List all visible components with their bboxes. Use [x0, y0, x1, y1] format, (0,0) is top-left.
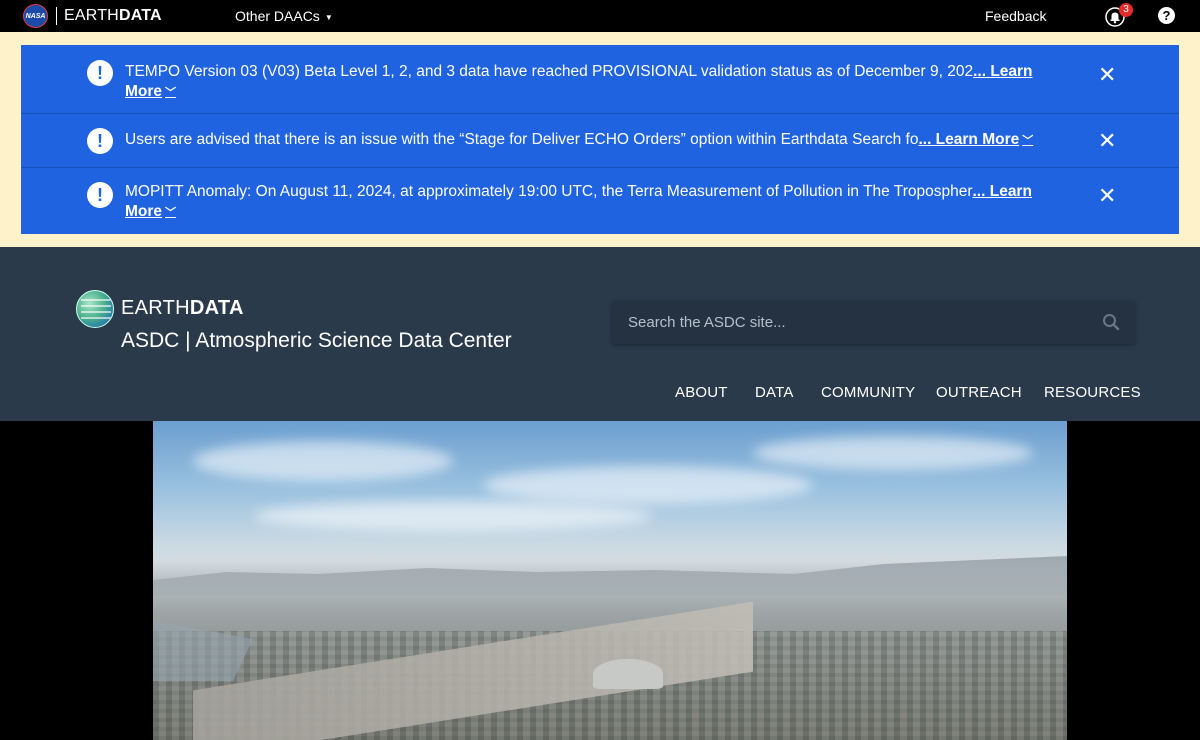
close-icon[interactable]: ✕	[1098, 64, 1116, 86]
site-search	[612, 301, 1135, 344]
cloud	[753, 436, 1033, 470]
brand-separator	[56, 7, 57, 25]
help-icon[interactable]: ?	[1158, 7, 1175, 24]
earthdata-brand-link[interactable]: EARTHDATA	[64, 7, 162, 25]
site-brand-bold: DATA	[189, 297, 244, 319]
global-topbar: NASA EARTHDATA Other DAACs ▼ Feedback 3 ?	[0, 0, 1200, 32]
notification-badge: 3	[1119, 3, 1133, 17]
mountain-ridge	[153, 556, 1067, 596]
other-daacs-label: Other DAACs	[235, 8, 320, 24]
site-brand-prefix: EARTH	[121, 297, 190, 319]
site-subtitle[interactable]: ASDC | Atmospheric Science Data Center	[121, 329, 512, 353]
alert-banner: ! TEMPO Version 03 (V03) Beta Level 1, 2…	[21, 45, 1179, 113]
learn-more-link[interactable]: ... Learn More ﹀	[918, 131, 1033, 148]
earthdata-globe-icon[interactable]	[76, 290, 114, 328]
close-icon[interactable]: ✕	[1098, 185, 1116, 207]
brand-bold: DATA	[118, 7, 162, 24]
banner-message: TEMPO Version 03 (V03) Beta Level 1, 2, …	[125, 63, 974, 80]
alert-banner: ! MOPITT Anomaly: On August 11, 2024, at…	[21, 167, 1179, 234]
site-header: EARTHDATA ASDC | Atmospheric Science Dat…	[0, 247, 1200, 421]
cloud	[193, 441, 453, 481]
nasa-logo[interactable]: NASA	[23, 4, 48, 28]
nav-resources[interactable]: RESOURCES	[1044, 384, 1141, 401]
cloud	[483, 466, 813, 504]
search-icon[interactable]	[1102, 313, 1120, 331]
chevron-down-icon: ﹀	[1022, 135, 1034, 147]
hero-aerial-photo	[153, 421, 1067, 740]
chevron-down-icon: ﹀	[165, 87, 177, 99]
exclamation-icon: !	[87, 128, 113, 154]
chevron-down-icon: ﹀	[165, 207, 177, 219]
banner-message: MOPITT Anomaly: On August 11, 2024, at a…	[125, 183, 973, 200]
site-brand[interactable]: EARTHDATA	[121, 297, 244, 320]
nav-data[interactable]: DATA	[755, 384, 794, 401]
banner-text: MOPITT Anomaly: On August 11, 2024, at a…	[125, 182, 1055, 223]
cloud	[253, 501, 653, 531]
caret-down-icon: ▼	[324, 12, 333, 22]
alert-banner-region: ! TEMPO Version 03 (V03) Beta Level 1, 2…	[0, 32, 1200, 247]
nav-outreach[interactable]: OUTREACH	[936, 384, 1022, 401]
banner-text: TEMPO Version 03 (V03) Beta Level 1, 2, …	[125, 62, 1055, 103]
other-daacs-dropdown[interactable]: Other DAACs ▼	[235, 8, 333, 24]
hangar	[593, 659, 663, 689]
exclamation-icon: !	[87, 182, 113, 208]
nav-about[interactable]: ABOUT	[675, 384, 728, 401]
feedback-link[interactable]: Feedback	[985, 8, 1046, 24]
banner-text: Users are advised that there is an issue…	[125, 130, 1055, 151]
alert-banner: ! Users are advised that there is an iss…	[21, 113, 1179, 167]
nav-community[interactable]: COMMUNITY	[821, 384, 915, 401]
close-icon[interactable]: ✕	[1098, 130, 1116, 152]
search-input[interactable]	[612, 301, 1092, 344]
brand-prefix: EARTH	[64, 7, 119, 24]
banner-message: Users are advised that there is an issue…	[125, 131, 919, 148]
exclamation-icon: !	[87, 60, 113, 86]
